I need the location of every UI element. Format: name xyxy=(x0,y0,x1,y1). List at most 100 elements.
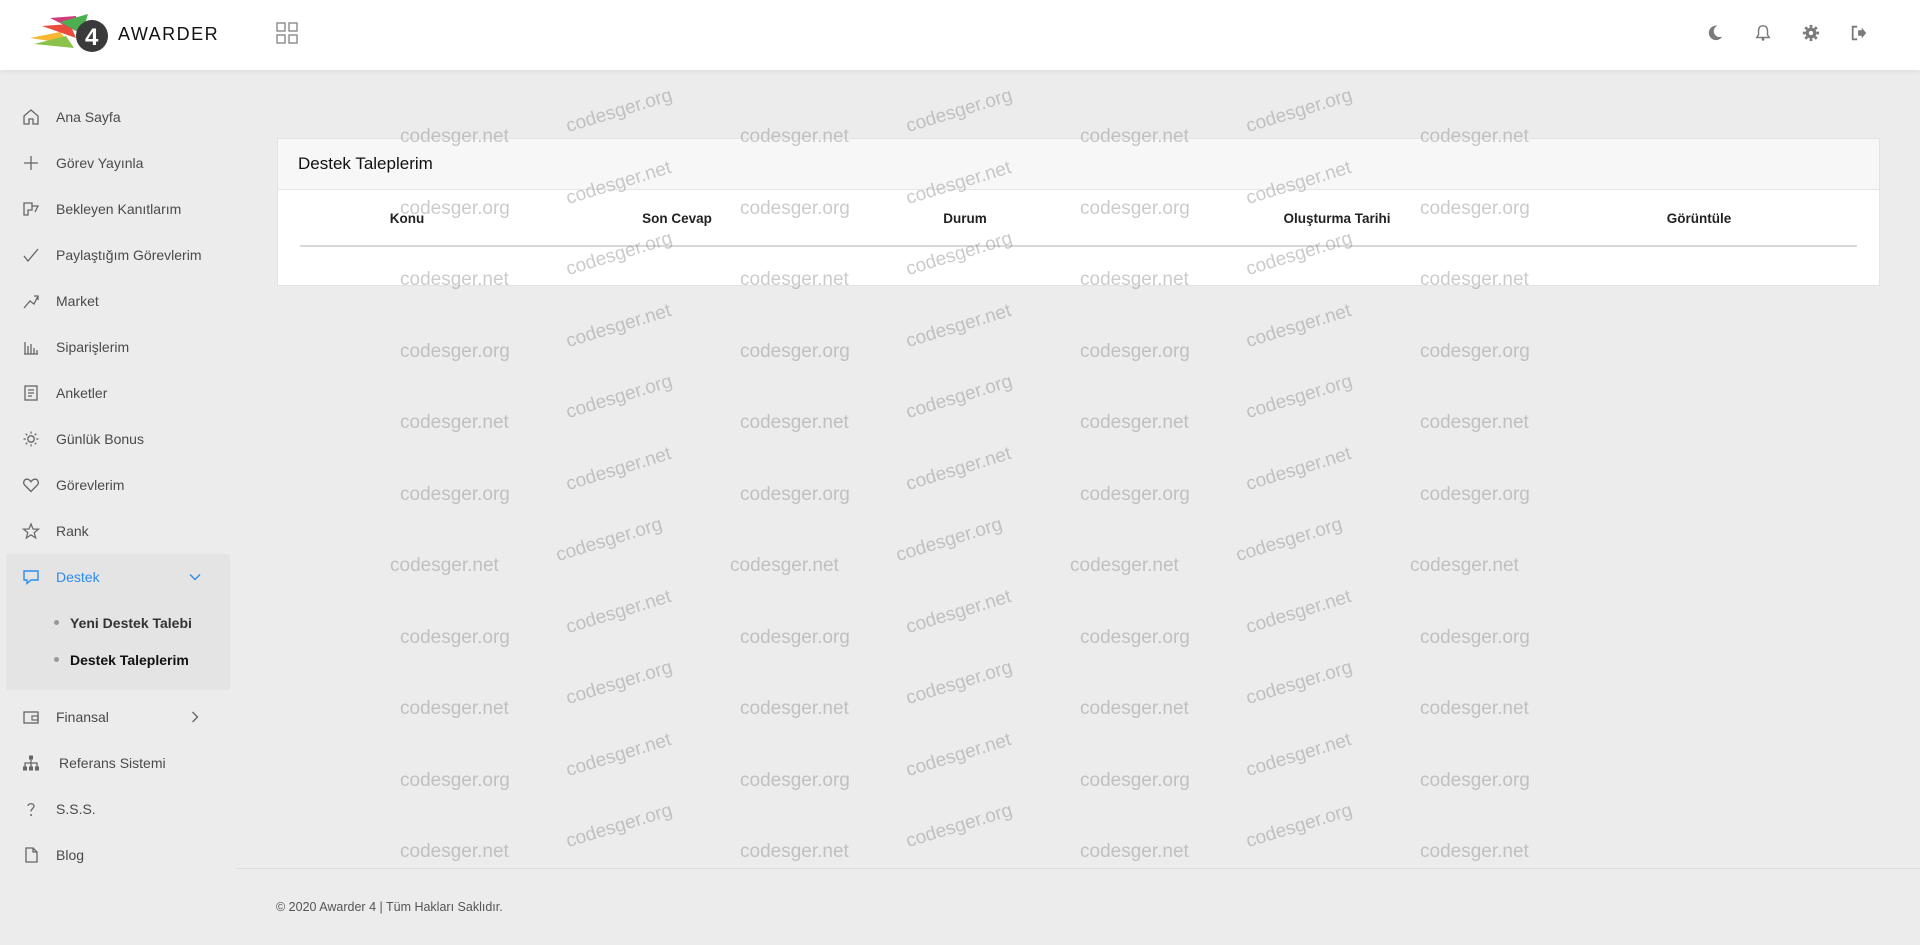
watermark-text: codesger.net xyxy=(740,698,849,719)
watermark-text: codesger.org xyxy=(1420,483,1530,505)
grid-icon[interactable] xyxy=(276,22,298,44)
sidebar-item-gorev-yayinla[interactable]: Görev Yayınla xyxy=(6,140,230,186)
star-icon xyxy=(22,522,40,540)
top-header: 4 AWARDER xyxy=(0,0,1920,70)
sidebar-item-label: Blog xyxy=(56,847,85,863)
watermark-text: codesger.org xyxy=(1233,513,1345,567)
watermark-text: codesger.org xyxy=(1080,626,1190,648)
sidebar: Ana Sayfa Görev Yayınla Bekleyen Kanıtla… xyxy=(0,70,236,945)
sidebar-item-anketler[interactable]: Anketler xyxy=(6,370,230,416)
column-header-konu[interactable]: Konu xyxy=(390,211,425,226)
submenu-item-label: Yeni Destek Talebi xyxy=(70,614,192,631)
sidebar-item-label: Görevlerim xyxy=(56,477,125,493)
sidebar-item-label: Referans Sistemi xyxy=(59,755,166,771)
sidebar-group-destek: Destek Yeni Destek Talebi Destek Taleple… xyxy=(6,554,230,690)
sidebar-item-rank[interactable]: Rank xyxy=(6,508,230,554)
submenu-item-label: Destek Taleplerim xyxy=(70,651,189,668)
watermark-text: codesger.org xyxy=(903,799,1015,853)
chevron-right-icon xyxy=(192,711,199,723)
chat-icon xyxy=(22,568,40,586)
watermark-text: codesger.net xyxy=(563,728,674,781)
submenu-item-destek-taleplerim[interactable]: Destek Taleplerim xyxy=(6,641,230,678)
watermark-text: codesger.org xyxy=(740,483,850,505)
sidebar-item-gunluk-bonus[interactable]: Günlük Bonus xyxy=(6,416,230,462)
logout-icon[interactable] xyxy=(1848,22,1870,44)
column-header-son-cevap[interactable]: Son Cevap xyxy=(642,211,712,226)
column-header-olusturma-tarihi[interactable]: Oluşturma Tarihi xyxy=(1283,211,1390,226)
watermark-text: codesger.net xyxy=(563,585,674,638)
watermark-text: codesger.org xyxy=(740,769,850,791)
table-header: Konu Son Cevap Durum Oluşturma Tarihi Gö… xyxy=(300,211,1857,247)
header-actions xyxy=(1704,22,1870,44)
watermark-text: codesger.net xyxy=(1420,698,1529,719)
watermark-text: codesger.org xyxy=(1420,769,1530,791)
watermark-text: codesger.net xyxy=(1243,442,1354,495)
watermark-text: codesger.org xyxy=(903,370,1015,424)
watermark-text: codesger.net xyxy=(740,841,849,862)
watermark-text: codesger.org xyxy=(400,483,510,505)
watermark-text: codesger.net xyxy=(903,299,1014,352)
sidebar-item-blog[interactable]: Blog xyxy=(6,832,230,878)
sidebar-item-label: Anketler xyxy=(56,385,108,401)
column-header-goruntule[interactable]: Görüntüle xyxy=(1667,211,1732,226)
submenu-item-yeni-destek-talebi[interactable]: Yeni Destek Talebi xyxy=(6,604,230,641)
watermark-text: codesger.org xyxy=(903,656,1015,710)
sidebar-item-market[interactable]: Market xyxy=(6,278,230,324)
sidebar-item-label: Finansal xyxy=(56,709,109,725)
sidebar-item-destek[interactable]: Destek xyxy=(6,554,230,600)
watermark-text: codesger.net xyxy=(1243,299,1354,352)
sidebar-item-paylastigim-gorevlerim[interactable]: Paylaştığım Görevlerim xyxy=(6,232,230,278)
sidebar-item-label: Görev Yayınla xyxy=(56,155,144,171)
watermark-text: codesger.org xyxy=(1080,340,1190,362)
watermark-text: codesger.org xyxy=(563,370,675,424)
sidebar-item-referans-sistemi[interactable]: Referans Sistemi xyxy=(6,740,230,786)
gear-icon[interactable] xyxy=(1800,22,1822,44)
question-icon xyxy=(22,800,40,818)
watermark-text: codesger.org xyxy=(1420,340,1530,362)
watermark-text: codesger.net xyxy=(563,442,674,495)
orders-icon xyxy=(22,338,40,356)
watermark-text: codesger.org xyxy=(1243,84,1355,138)
bullet-icon xyxy=(54,620,59,625)
watermark-text: codesger.net xyxy=(903,728,1014,781)
card-title: Destek Taleplerim xyxy=(278,139,1879,190)
logo-text: AWARDER xyxy=(118,23,220,44)
chevron-down-icon xyxy=(189,574,201,581)
watermark-text: codesger.org xyxy=(563,799,675,853)
column-header-durum[interactable]: Durum xyxy=(943,211,987,226)
bullet-icon xyxy=(54,657,59,662)
sidebar-item-gorevlerim[interactable]: Görevlerim xyxy=(6,462,230,508)
sidebar-item-bekleyen-kanitlarim[interactable]: Bekleyen Kanıtlarım xyxy=(6,186,230,232)
logo[interactable]: 4 AWARDER xyxy=(30,12,219,56)
sidebar-item-finansal[interactable]: Finansal xyxy=(6,694,230,740)
sidebar-menu: Ana Sayfa Görev Yayınla Bekleyen Kanıtla… xyxy=(6,94,230,878)
footer-divider xyxy=(236,868,1920,869)
sun-icon xyxy=(22,430,40,448)
watermark-text: codesger.net xyxy=(1080,412,1189,433)
sidebar-item-label: Paylaştığım Görevlerim xyxy=(56,247,202,263)
sidebar-item-sss[interactable]: S.S.S. xyxy=(6,786,230,832)
watermark-text: codesger.net xyxy=(400,841,509,862)
sidebar-item-label: Destek xyxy=(56,569,100,585)
destek-submenu: Yeni Destek Talebi Destek Taleplerim xyxy=(6,600,230,690)
watermark-text: codesger.org xyxy=(400,626,510,648)
sidebar-item-label: Ana Sayfa xyxy=(56,109,121,125)
sidebar-item-label: Siparişlerim xyxy=(56,339,130,355)
watermark-text: codesger.org xyxy=(1243,370,1355,424)
watermark-text: codesger.org xyxy=(1080,769,1190,791)
watermark-text: codesger.org xyxy=(1243,656,1355,710)
watermark-text: codesger.net xyxy=(1243,728,1354,781)
bell-icon[interactable] xyxy=(1752,22,1774,44)
moon-icon[interactable] xyxy=(1704,22,1726,44)
survey-icon xyxy=(22,384,40,402)
watermark-text: codesger.org xyxy=(400,769,510,791)
watermark-text: codesger.net xyxy=(400,698,509,719)
watermark-text: codesger.net xyxy=(740,412,849,433)
sidebar-item-label: Bekleyen Kanıtlarım xyxy=(56,201,182,217)
home-icon xyxy=(22,108,40,126)
sidebar-item-siparislerim[interactable]: Siparişlerim xyxy=(6,324,230,370)
watermark-text: codesger.org xyxy=(903,84,1015,138)
watermark-text: codesger.org xyxy=(740,626,850,648)
logo-number: 4 xyxy=(85,24,99,51)
sidebar-item-ana-sayfa[interactable]: Ana Sayfa xyxy=(6,94,230,140)
